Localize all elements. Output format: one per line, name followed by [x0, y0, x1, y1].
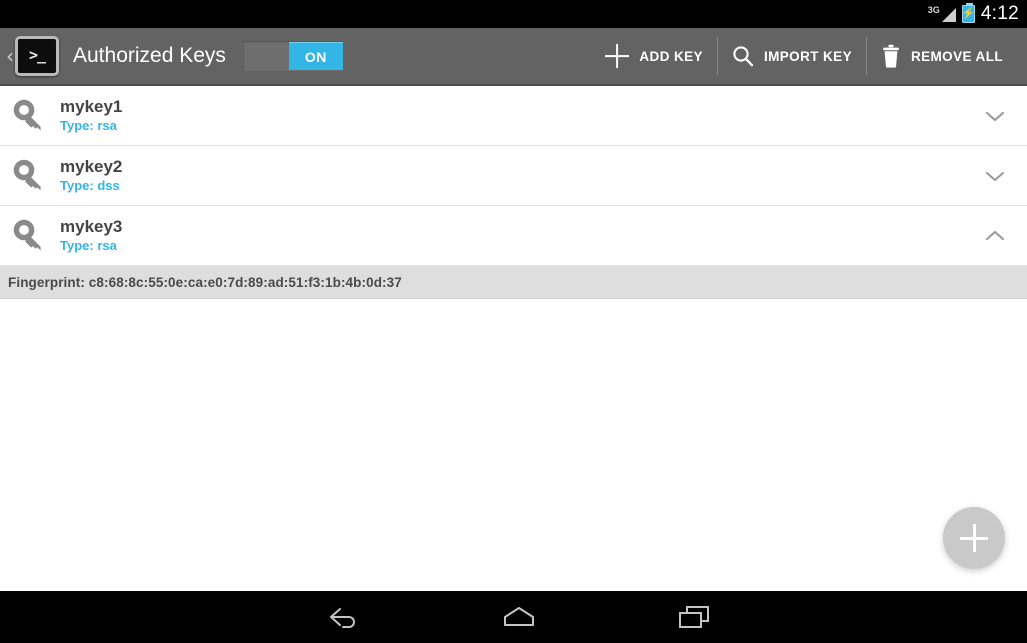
key-type: Type: dss	[60, 178, 120, 194]
key-icon	[13, 159, 41, 190]
key-name: mykey1	[60, 96, 123, 116]
terminal-icon[interactable]: >_	[15, 36, 59, 76]
up-caret-icon[interactable]: ‹	[6, 46, 14, 66]
action-bar-home-area[interactable]: ‹ >_ Authorized Keys	[0, 36, 226, 76]
status-bar-icons: 3G ⚡ 4:12	[928, 3, 1019, 25]
nav-recents-button[interactable]	[659, 591, 729, 643]
nav-back-button[interactable]	[306, 591, 376, 643]
fingerprint-row: Fingerprint: c8:68:8c:55:0e:ca:e0:7d:89:…	[0, 266, 1027, 299]
chevron-down-icon	[985, 111, 1005, 121]
page-title: Authorized Keys	[73, 44, 226, 67]
trash-icon	[883, 44, 899, 68]
key-text-block: mykey2 Type: dss	[50, 157, 973, 194]
android-screen: 3G ⚡ 4:12 ‹ >_ Authorized Keys ON ADD KE…	[0, 0, 1027, 643]
network-type-label: 3G	[927, 5, 940, 15]
home-icon	[504, 607, 534, 626]
add-key-label: ADD KEY	[639, 48, 703, 64]
signal-bars-icon: 3G	[928, 6, 956, 22]
import-key-button[interactable]: IMPORT KEY	[716, 33, 866, 79]
action-bar: ‹ >_ Authorized Keys ON ADD KEY IMPORT K…	[0, 28, 1027, 86]
authorized-keys-toggle[interactable]: ON	[243, 41, 343, 71]
status-bar-clock: 4:12	[980, 3, 1019, 24]
system-navigation-bar	[0, 591, 1027, 643]
key-icon-cell	[8, 219, 50, 253]
toggle-thumb[interactable]: ON	[288, 42, 343, 70]
key-list: mykey1 Type: rsa mykey2 Type: dss mykey3…	[0, 86, 1027, 591]
import-key-label: IMPORT KEY	[763, 48, 852, 64]
fingerprint-text: Fingerprint: c8:68:8c:55:0e:ca:e0:7d:89:…	[8, 274, 402, 290]
key-icon-cell	[8, 159, 50, 193]
remove-all-button[interactable]: REMOVE ALL	[865, 33, 1017, 79]
terminal-prompt-glyph: >_	[28, 45, 46, 64]
plus-icon	[605, 44, 630, 68]
key-text-block: mykey3 Type: rsa	[50, 217, 973, 254]
toggle-state-label: ON	[304, 48, 327, 65]
key-icon	[13, 99, 41, 130]
list-item[interactable]: mykey3 Type: rsa	[0, 206, 1027, 266]
status-bar: 3G ⚡ 4:12	[0, 0, 1027, 28]
plus-icon-vertical	[972, 524, 976, 552]
key-name: mykey2	[60, 156, 123, 176]
key-icon-cell	[8, 99, 50, 133]
key-type: Type: rsa	[60, 238, 117, 254]
action-bar-actions: ADD KEY IMPORT KEY REMOVE ALL	[590, 28, 1027, 84]
chevron-up-icon	[985, 230, 1005, 240]
expand-toggle[interactable]	[973, 109, 1017, 123]
signal-triangle	[941, 8, 956, 22]
list-item[interactable]: mykey1 Type: rsa	[0, 86, 1027, 146]
add-key-fab[interactable]	[943, 507, 1005, 569]
key-type: Type: rsa	[60, 118, 117, 134]
recent-apps-icon	[679, 606, 709, 628]
key-name: mykey3	[60, 216, 123, 236]
charging-bolt-icon: ⚡	[961, 7, 976, 20]
chevron-down-icon	[985, 171, 1005, 181]
search-icon	[733, 46, 754, 67]
collapse-toggle[interactable]	[973, 229, 1017, 243]
add-key-button[interactable]: ADD KEY	[590, 33, 717, 79]
key-icon	[13, 219, 41, 250]
key-text-block: mykey1 Type: rsa	[50, 97, 973, 134]
remove-all-label: REMOVE ALL	[910, 48, 1003, 64]
expand-toggle[interactable]	[973, 169, 1017, 183]
list-item[interactable]: mykey2 Type: dss	[0, 146, 1027, 206]
battery-charging-icon: ⚡	[961, 3, 976, 23]
back-arrow-icon	[330, 608, 355, 628]
nav-home-button[interactable]	[484, 591, 554, 643]
